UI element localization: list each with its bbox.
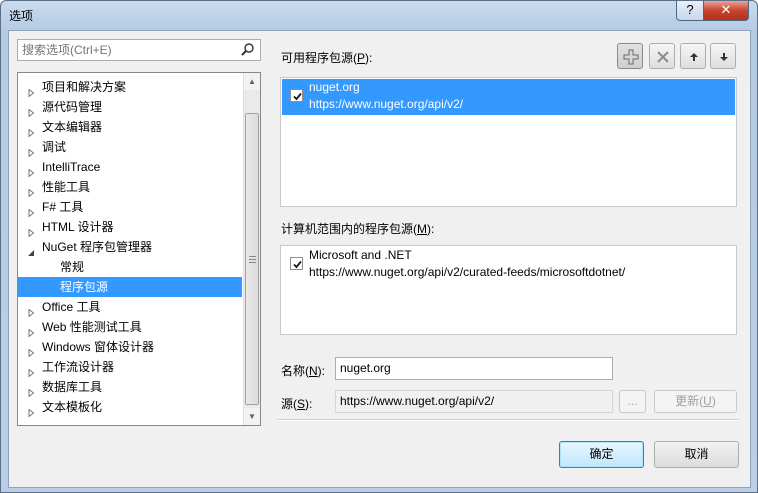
tree-item-label: 项目和解决方案 [42,80,127,94]
window-title: 选项 [9,9,34,23]
tree-item[interactable]: Windows 窗体设计器 [18,337,242,358]
name-label: 名称(N): [281,364,326,378]
separator [277,419,739,421]
source-name: Microsoft and .NET [309,248,412,262]
tree-item[interactable]: IntelliTrace [18,157,242,178]
collapsed-arrow-icon[interactable] [27,403,35,418]
machine-sources-list[interactable]: Microsoft and .NET https://www.nuget.org… [280,245,737,335]
tree-item[interactable]: HTML 设计器 [18,217,242,238]
source-field[interactable]: https://www.nuget.org/api/v2/ [335,390,613,413]
tree-item-label: 常规 [60,260,85,274]
move-up-button[interactable] [680,43,706,69]
tree-item-label: 程序包源 [60,280,109,294]
options-tree[interactable]: 项目和解决方案 源代码管理文本编辑器调试 IntelliTrace 性能工具 F# 工具… [17,72,261,426]
source-checkbox[interactable] [290,89,303,102]
tree-item-label: NuGet 程序包管理器 [42,240,153,254]
remove-source-button[interactable] [649,43,675,69]
close-icon: ✕ [720,2,732,17]
name-field[interactable]: nuget.org [335,357,613,380]
scroll-up-arrow-icon[interactable]: ▲ [244,73,260,90]
browse-button[interactable]: ... [619,390,646,413]
cancel-button[interactable]: 取消 [654,441,739,468]
source-item[interactable]: Microsoft and .NET https://www.nuget.org… [282,247,735,283]
collapsed-arrow-icon[interactable] [27,183,35,198]
available-sources-list[interactable]: nuget.org https://www.nuget.org/api/v2/ [280,77,737,207]
tree-item[interactable]: 文本编辑器 [18,117,242,138]
search-input[interactable] [22,42,232,58]
add-source-button[interactable] [617,43,643,69]
collapsed-arrow-icon[interactable] [27,343,35,358]
checkmark-icon [293,92,302,101]
collapsed-arrow-icon[interactable] [27,203,35,218]
available-sources-label: 可用程序包源(P): [281,51,373,65]
tree-item[interactable]: 常规 [18,257,242,277]
ok-button[interactable]: 确定 [559,441,644,468]
tree-item[interactable]: 数据库工具 [18,377,242,398]
arrow-up-icon [690,53,698,61]
grip-icon [249,256,256,263]
machine-sources-label: 计算机范围内的程序包源(M): [281,222,435,236]
close-button[interactable]: ✕ [703,1,749,21]
help-button[interactable]: ? [676,1,704,21]
tree-item-label: IntelliTrace [42,160,101,174]
tree-item-label: 文本模板化 [42,400,103,414]
move-down-button[interactable] [710,43,736,69]
tree-item-label: Office 工具 [42,300,101,314]
tree-scrollbar[interactable]: ▲ ▼ [243,73,260,425]
tree-item-label: Windows 窗体设计器 [42,340,155,354]
collapsed-arrow-icon[interactable] [27,363,35,378]
tree-item-label: Web 性能测试工具 [42,320,142,334]
tree-item[interactable]: 性能工具 [18,177,242,198]
collapsed-arrow-icon[interactable] [27,143,35,158]
tree-item-label: 文本编辑器 [42,120,103,134]
tree-item[interactable]: 调试 [18,137,242,158]
tree-item[interactable]: Web 性能测试工具 [18,317,242,338]
source-checkbox[interactable] [290,257,303,270]
tree-item-label: HTML 设计器 [42,220,114,234]
collapsed-arrow-icon[interactable] [27,103,35,118]
collapsed-arrow-icon[interactable] [27,323,35,338]
source-label: 源(S): [281,397,313,411]
tree-item[interactable]: F# 工具 [18,197,242,218]
arrow-down-icon [720,53,728,61]
source-item[interactable]: nuget.org https://www.nuget.org/api/v2/ [282,79,735,115]
tree-item[interactable]: NuGet 程序包管理器 [18,237,242,257]
plus-icon [623,49,639,65]
collapsed-arrow-icon[interactable] [27,223,35,238]
tree-item[interactable]: 文本模板化 [18,397,242,418]
collapsed-arrow-icon[interactable] [27,123,35,138]
checkmark-icon [293,260,302,269]
source-name: nuget.org [309,80,360,94]
tree-item[interactable]: 项目和解决方案 [18,77,242,98]
tree-item-label: 调试 [42,140,67,154]
title-bar[interactable]: 选项 ? ✕ [1,1,757,29]
source-url: https://www.nuget.org/api/v2/curated-fee… [309,265,626,279]
tree-item-label: 工作流设计器 [42,360,115,374]
search-box[interactable] [17,39,261,61]
tree-item-label: 数据库工具 [42,380,103,394]
options-dialog: 选项 ? ✕ 项目和解决方案源代码管理文本编辑器调试 IntelliTrace 性能… [0,0,758,493]
search-icon[interactable] [239,41,257,59]
collapsed-arrow-icon[interactable] [27,163,35,178]
tree-item[interactable]: 源代码管理 [18,97,242,118]
scrollbar-thumb[interactable] [245,113,259,405]
tree-item[interactable]: 工作流设计器 [18,357,242,378]
collapsed-arrow-icon[interactable] [27,383,35,398]
tree-item[interactable]: Office 工具 [18,297,242,318]
tree-item[interactable]: 程序包源 [18,277,242,297]
scroll-down-arrow-icon[interactable]: ▼ [244,408,260,425]
collapsed-arrow-icon[interactable] [27,83,35,98]
update-button[interactable]: 更新(U) [654,390,737,413]
dialog-client: 项目和解决方案源代码管理文本编辑器调试 IntelliTrace 性能工具 F# 工具… [8,30,751,488]
expanded-arrow-icon[interactable] [27,243,35,256]
help-icon: ? [686,2,694,17]
tree-item-label: 源代码管理 [42,100,103,114]
tree-item-label: 性能工具 [42,180,91,194]
tree-item-label: F# 工具 [42,200,84,214]
collapsed-arrow-icon[interactable] [27,303,35,318]
source-url: https://www.nuget.org/api/v2/ [309,97,464,111]
x-icon [657,51,669,63]
